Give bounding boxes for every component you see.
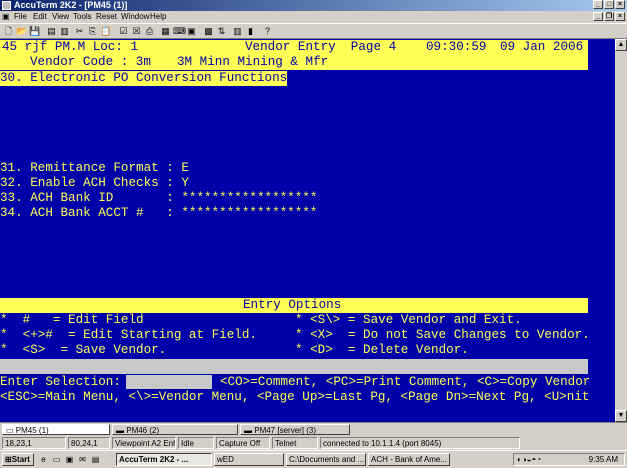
screen-icon[interactable]: ▩: [203, 26, 214, 37]
mdi-restore-icon[interactable]: ❐: [604, 12, 614, 21]
menu-icon[interactable]: ▣: [2, 11, 10, 23]
task-accuterm[interactable]: AccuTerm 2K2 - ...: [116, 453, 212, 466]
mdi-controls: _ ❐ ×: [593, 12, 625, 21]
copy-icon[interactable]: ⎘: [87, 26, 98, 37]
window-titlebar[interactable]: AccuTerm 2K2 - [PM45 (1)] _ □ ×: [0, 0, 627, 11]
minimize-icon[interactable]: _: [593, 0, 603, 9]
selection-input[interactable]: [126, 375, 212, 389]
app-icon: [2, 1, 11, 10]
menu-window[interactable]: Window: [121, 11, 149, 23]
window-controls: _ □ ×: [593, 0, 625, 9]
print-icon[interactable]: ▤: [46, 26, 57, 37]
clock[interactable]: 9:35 AM: [589, 454, 618, 465]
open-icon[interactable]: 📂: [16, 26, 27, 37]
transfer-icon[interactable]: ⇅: [216, 26, 227, 37]
field-33: 33. ACH Bank ID : ******************: [0, 191, 318, 205]
save-icon[interactable]: 💾: [29, 26, 40, 37]
system-tray: ◐◑◒◓◔ 9:35 AM: [513, 453, 625, 466]
quicklaunch-desktop-icon[interactable]: ▭: [51, 454, 62, 465]
tab-pm45[interactable]: ▭ PM45 (1): [2, 424, 110, 435]
terminal-screen[interactable]: 45 rjf PM.M Loc: 1 Vendor Entry Page 4 0…: [0, 39, 627, 422]
option-left-3: * <S> = Save Vendor.: [0, 343, 167, 357]
new-icon[interactable]: 🗋: [3, 26, 14, 37]
menu-view[interactable]: View: [52, 11, 69, 23]
chart-icon[interactable]: ▮: [245, 26, 256, 37]
separator-bar: [0, 359, 588, 374]
menu-edit[interactable]: Edit: [33, 11, 47, 23]
task-wed[interactable]: wED: [214, 453, 284, 466]
taskbar: ⊞Start e ▭ ▣ ✉ ▤ AccuTerm 2K2 - ... wED …: [0, 450, 627, 468]
quicklaunch-email-icon[interactable]: ✉: [77, 454, 88, 465]
quicklaunch-explorer-icon[interactable]: ▣: [64, 454, 75, 465]
status-connection: connected to 10.1.1.4 (port 8045): [320, 437, 520, 449]
paste-icon[interactable]: 📋: [100, 26, 111, 37]
field-32: 32. Enable ACH Checks : Y: [0, 176, 189, 190]
header-title: Vendor Entry Page 4: [245, 40, 397, 55]
field-31: 31. Remittance Format : E: [0, 161, 189, 175]
capture-icon[interactable]: ⎙: [144, 26, 155, 37]
status-bar: 18,23,1 80,24,1 Viewpoint A2 Enh Idle Ca…: [0, 436, 627, 450]
vertical-scrollbar[interactable]: ▲ ▼: [615, 39, 627, 422]
connect-icon[interactable]: ☑: [118, 26, 129, 37]
start-button[interactable]: ⊞Start: [2, 453, 34, 466]
keyboard-icon[interactable]: ⌨: [173, 26, 186, 37]
print-preview-icon[interactable]: ▥: [59, 26, 70, 37]
status-emulation: Viewpoint A2 Enh: [112, 437, 176, 449]
vendor-code: Vendor Code : 3m: [30, 55, 151, 70]
field-34: 34. ACH Bank ACCT # : ******************: [0, 206, 318, 220]
header-time: 09:30:59: [426, 40, 487, 55]
help-icon[interactable]: ?: [262, 26, 273, 37]
terminal-icon: ▭: [6, 426, 14, 435]
section-title: 30. Electronic PO Conversion Functions: [0, 71, 288, 86]
option-right-1: * <S\> = Save Vendor and Exit.: [295, 313, 522, 327]
header-session: 45 rjf PM.M Loc: 1: [2, 40, 139, 55]
option-left-2: * <+># = Edit Starting at Field.: [0, 328, 257, 342]
status-protocol: Telnet: [272, 437, 318, 449]
maximize-icon[interactable]: □: [604, 0, 614, 9]
close-icon[interactable]: ×: [615, 0, 625, 9]
menu-tools[interactable]: Tools: [73, 11, 92, 23]
scroll-up-icon[interactable]: ▲: [615, 39, 627, 51]
status-idle: Idle: [178, 437, 214, 449]
option-right-3: * <D> = Delete Vendor.: [295, 343, 469, 357]
quicklaunch-app-icon[interactable]: ▤: [90, 454, 101, 465]
menu-bar: ▣ File Edit View Tools Reset Window Help…: [0, 11, 627, 23]
tray-icons[interactable]: ◐◑◒◓◔: [517, 454, 541, 465]
options-title: Entry Options: [243, 298, 342, 313]
tab-pm46[interactable]: ▬ PM46 (2): [112, 424, 238, 435]
option-left-1: * # = Edit Field: [0, 313, 144, 327]
menu-file[interactable]: File: [14, 11, 27, 23]
library-icon[interactable]: ▥: [232, 26, 243, 37]
status-capture: Capture Off: [216, 437, 270, 449]
scroll-down-icon[interactable]: ▼: [615, 410, 627, 422]
terminal-icon: ▬: [116, 426, 124, 435]
script-icon[interactable]: ▣: [186, 26, 197, 37]
prompt-help-1: <CO>=Comment, <PC>=Print Comment, <C>=Co…: [220, 375, 591, 389]
window-title: AccuTerm 2K2 - [PM45 (1)]: [14, 0, 128, 10]
settings-icon[interactable]: ▦: [160, 26, 171, 37]
prompt-help-2: <ESC>=Main Menu, <\>=Vendor Menu, <Page …: [0, 390, 590, 404]
toolbar: 🗋 📂 💾 ▤ ▥ ✂ ⎘ 📋 ☑ ☒ ⎙ ▦ ⌨ ▣ ▩ ⇅ ▥ ▮ ?: [0, 23, 627, 39]
prompt-label: Enter Selection:: [0, 375, 121, 389]
task-documents[interactable]: C:\Documents and ...: [286, 453, 366, 466]
menu-reset[interactable]: Reset: [96, 11, 117, 23]
option-right-2: * <X> = Do not Save Changes to Vendor.: [295, 328, 590, 342]
terminal-icon: ▬: [244, 426, 252, 435]
session-tabs: ▭ PM45 (1) ▬ PM46 (2) ▬ PM47 [server] (3…: [0, 422, 627, 436]
menu-help[interactable]: Help: [150, 11, 166, 23]
task-ach-bank[interactable]: ACH - Bank of Ame...: [368, 453, 450, 466]
mdi-close-icon[interactable]: ×: [615, 12, 625, 21]
header-date: 09 Jan 2006: [500, 40, 584, 55]
windows-logo-icon: ⊞: [5, 455, 12, 464]
mdi-minimize-icon[interactable]: _: [593, 12, 603, 21]
status-cursor: 18,23,1: [2, 437, 66, 449]
quicklaunch-ie-icon[interactable]: e: [38, 454, 49, 465]
cut-icon[interactable]: ✂: [74, 26, 85, 37]
tab-pm47[interactable]: ▬ PM47 [server] (3): [240, 424, 350, 435]
status-size: 80,24,1: [68, 437, 110, 449]
vendor-name: 3M Minn Mining & Mfr: [177, 55, 329, 70]
disconnect-icon[interactable]: ☒: [131, 26, 142, 37]
